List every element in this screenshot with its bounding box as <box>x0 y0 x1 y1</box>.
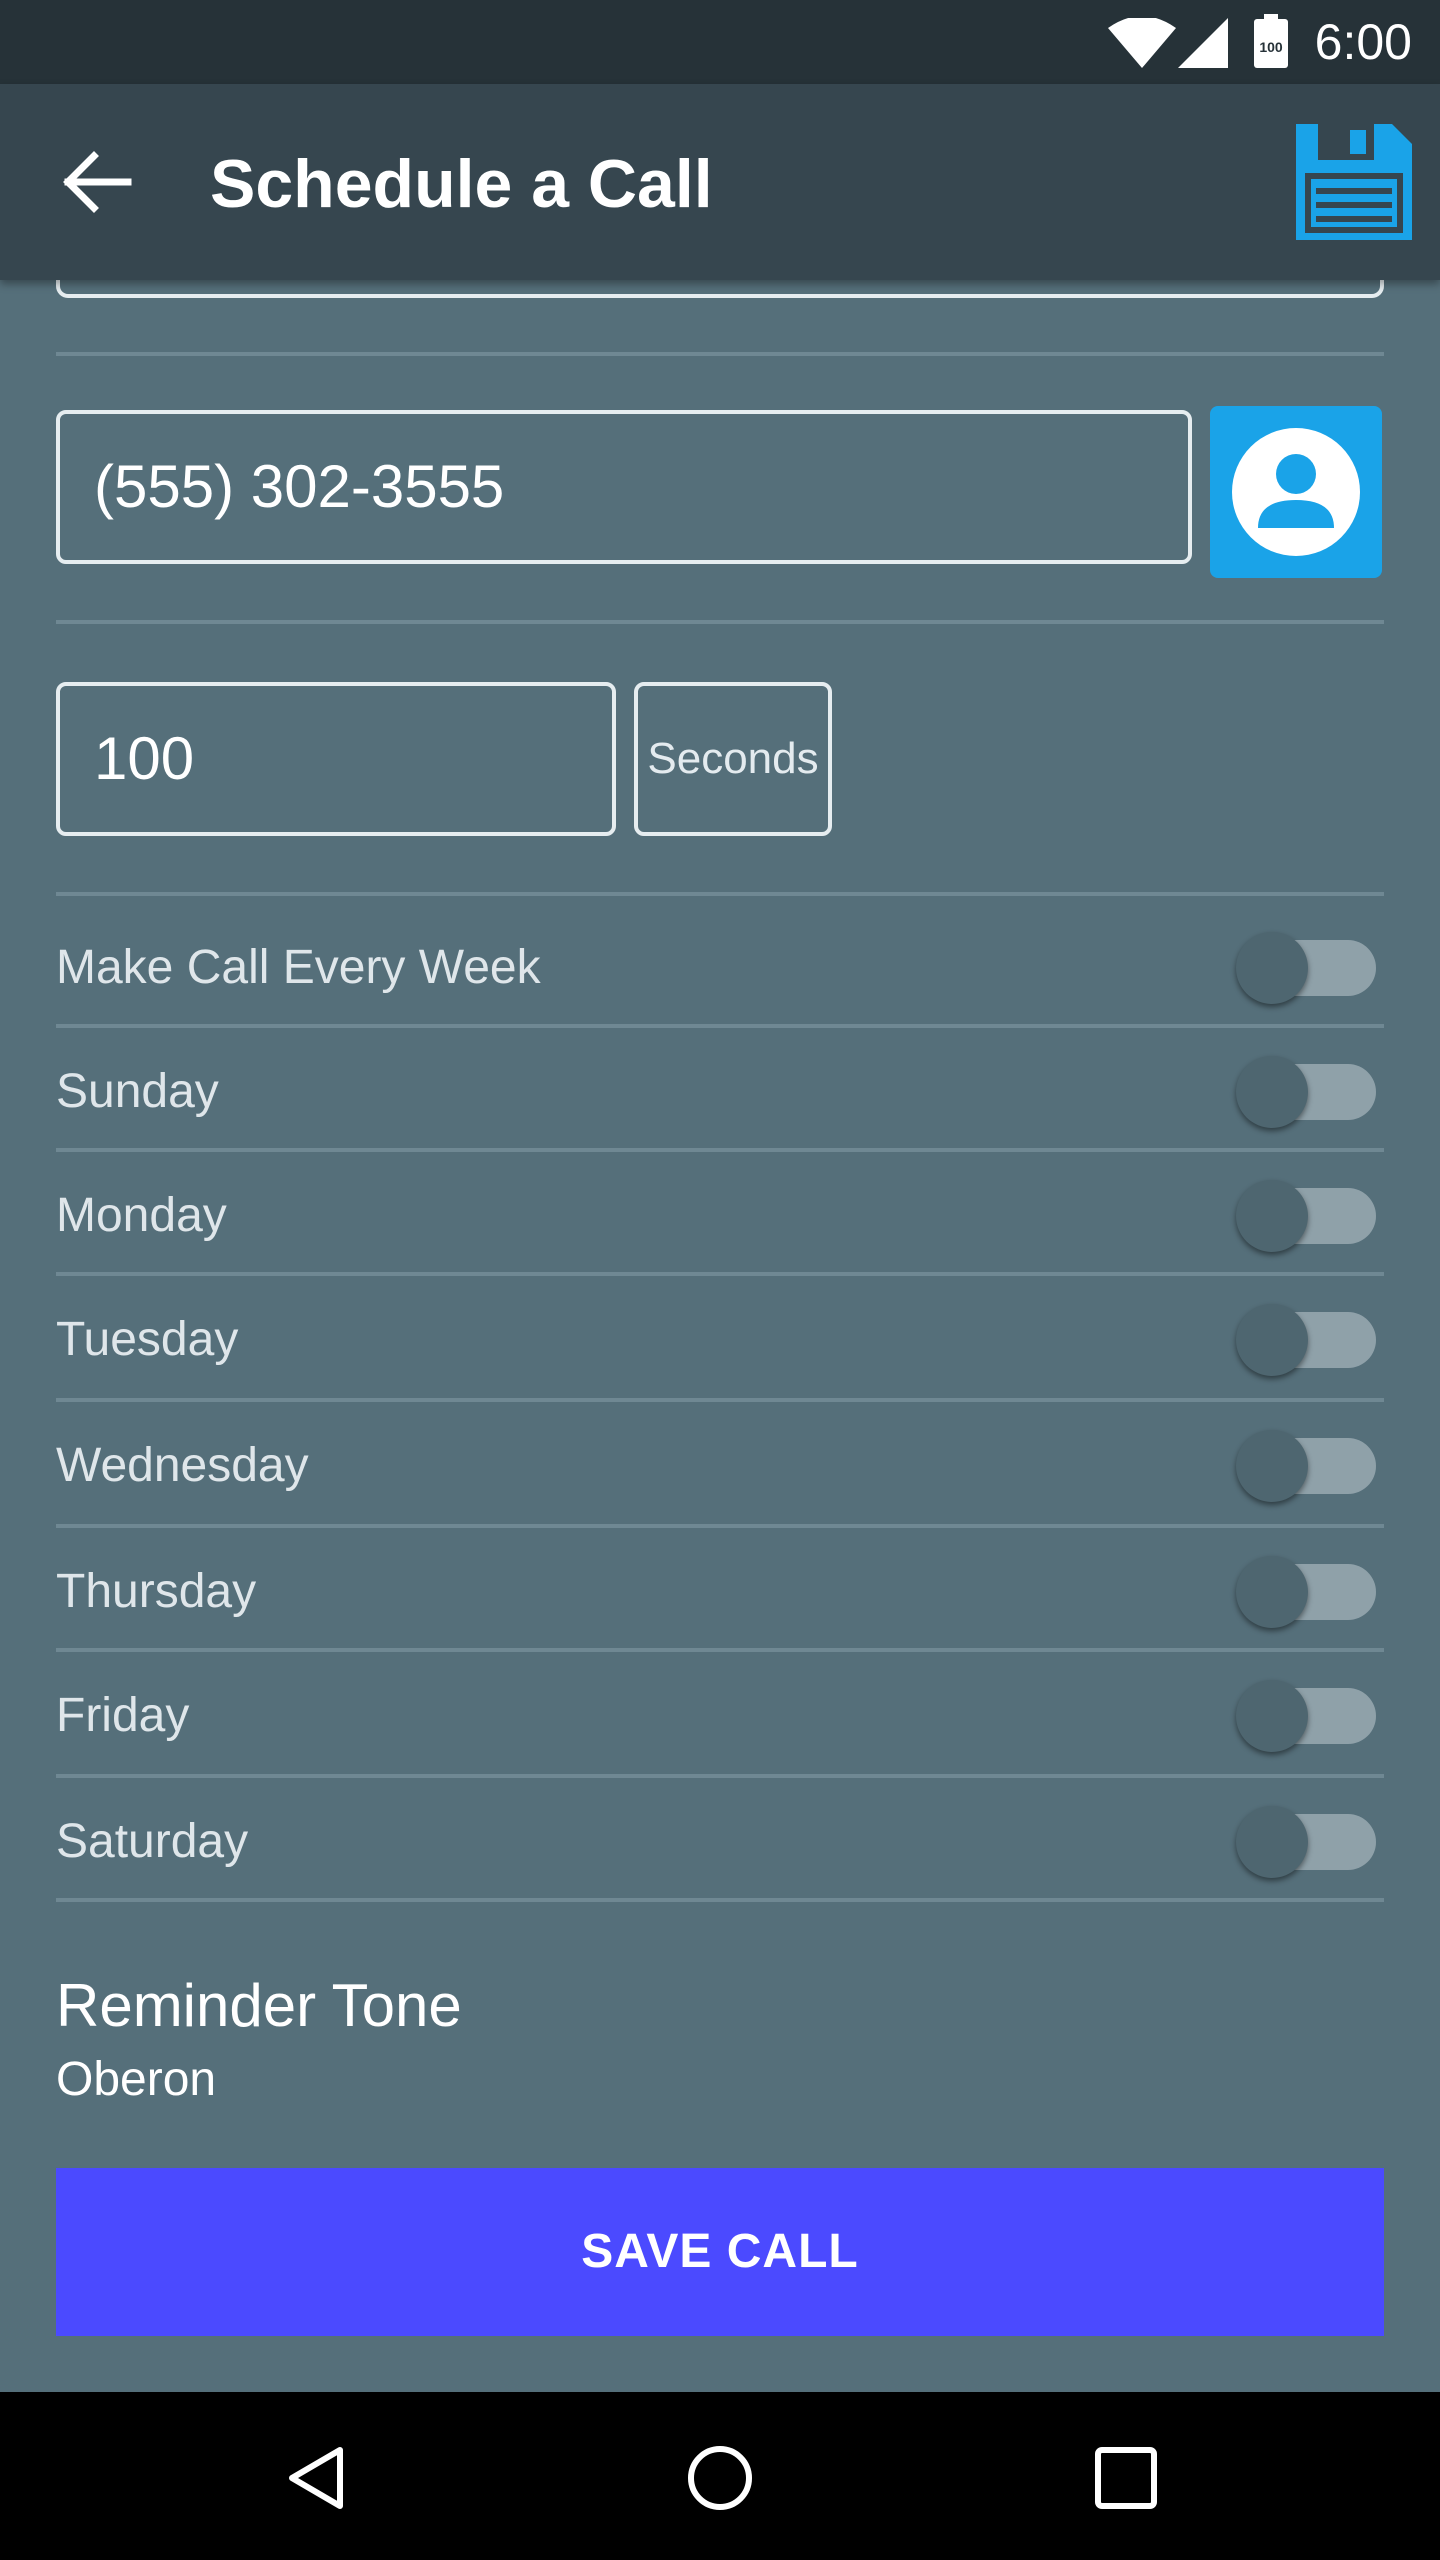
reminder-tone-value[interactable]: Oberon <box>56 2050 216 2110</box>
nav-back-icon[interactable] <box>276 2438 356 2518</box>
phone-number-field[interactable]: (555) 302-3555 <box>56 410 1192 564</box>
toggle-label-weekly: Make Call Every Week <box>56 941 541 994</box>
toggle-label-friday: Friday <box>56 1689 190 1742</box>
back-button[interactable] <box>50 140 146 224</box>
divider <box>56 1524 1384 1528</box>
divider <box>56 352 1384 356</box>
toggle-thumb[interactable] <box>1236 1556 1308 1628</box>
divider <box>56 1648 1384 1652</box>
divider <box>56 1398 1384 1402</box>
toggle-thumb[interactable] <box>1236 1680 1308 1752</box>
contact-picker-button[interactable] <box>1210 406 1382 578</box>
duration-field[interactable]: 100 <box>56 682 616 836</box>
save-icon-button[interactable] <box>1296 124 1412 240</box>
toggle-thumb[interactable] <box>1236 1304 1308 1376</box>
battery-icon: 100 <box>1254 14 1288 68</box>
toggle-thumb[interactable] <box>1236 1056 1308 1128</box>
reminder-tone-title[interactable]: Reminder Tone <box>56 1970 462 2042</box>
battery-level-text: 100 <box>1259 39 1283 55</box>
toggle-label-saturday: Saturday <box>56 1815 249 1868</box>
divider <box>56 620 1384 624</box>
toggle-thumb[interactable] <box>1236 1180 1308 1252</box>
toggle-thumb[interactable] <box>1236 1806 1308 1878</box>
toggle-label-sunday: Sunday <box>56 1065 219 1118</box>
contact-person-icon <box>1232 428 1360 556</box>
divider <box>56 1774 1384 1778</box>
wifi-icon <box>1108 18 1176 68</box>
nav-home-icon[interactable] <box>680 2438 760 2518</box>
toggle-thumb[interactable] <box>1236 932 1308 1004</box>
toggle-thumb[interactable] <box>1236 1430 1308 1502</box>
divider <box>56 1148 1384 1152</box>
toggle-label-tuesday: Tuesday <box>56 1313 239 1366</box>
signal-icon <box>1178 18 1228 68</box>
toggle-label-monday: Monday <box>56 1189 227 1242</box>
arrow-back-icon <box>63 151 132 213</box>
duration-unit-button[interactable]: Seconds <box>634 682 832 836</box>
divider <box>56 1272 1384 1276</box>
nav-recents-icon[interactable] <box>1086 2438 1166 2518</box>
page-title: Schedule a Call <box>210 146 713 222</box>
floppy-disk-icon <box>1296 124 1412 240</box>
status-time: 6:00 <box>1314 14 1412 70</box>
toggle-label-thursday: Thursday <box>56 1565 257 1618</box>
divider <box>56 1024 1384 1028</box>
save-call-button[interactable]: SAVE CALL <box>56 2168 1384 2336</box>
toggle-label-wednesday: Wednesday <box>56 1439 309 1492</box>
divider <box>56 892 1384 896</box>
divider <box>56 1898 1384 1902</box>
